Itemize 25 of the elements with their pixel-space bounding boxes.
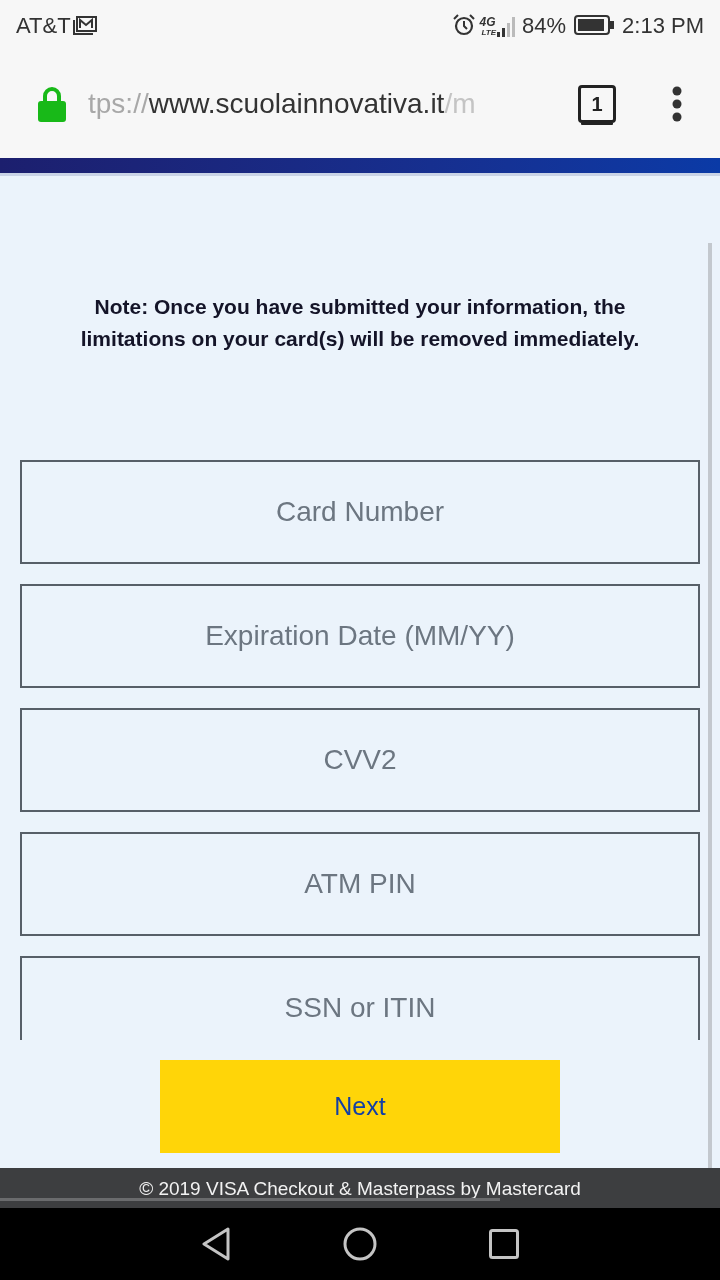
- tab-switcher-button[interactable]: 1: [578, 85, 616, 123]
- battery-icon: [574, 15, 615, 35]
- input-field[interactable]: Expiration Date (MM/YY): [20, 584, 700, 688]
- horizontal-scroll-bar[interactable]: [0, 1198, 500, 1201]
- network-subtype-text: LTE: [481, 28, 496, 37]
- network-type-text: 4G: [479, 16, 496, 28]
- battery-percent-text: 84%: [522, 11, 567, 40]
- clock-text: 2:13 PM: [622, 11, 704, 40]
- alarm-icon: [452, 14, 475, 36]
- input-field[interactable]: Card Number: [20, 460, 700, 564]
- mail-icon: [72, 15, 97, 35]
- lock-icon: [38, 86, 66, 122]
- next-button[interactable]: Next: [160, 1060, 560, 1153]
- home-icon[interactable]: [343, 1227, 377, 1261]
- note-text: Note: Once you have submitted your information, the limitations on your card(s) will be removed immediately.: [79, 294, 641, 352]
- scroll-bar[interactable]: [708, 243, 712, 1168]
- input-field[interactable]: CVV2: [20, 708, 700, 812]
- back-icon[interactable]: [201, 1227, 231, 1261]
- menu-icon[interactable]: [672, 86, 682, 122]
- recents-icon[interactable]: [489, 1229, 519, 1259]
- signal-icon: [496, 15, 518, 37]
- url-field[interactable]: tps://www.scuolainnovativa.it/m: [88, 83, 556, 125]
- carrier-text: AT&T: [16, 11, 71, 40]
- footer-text: © 2019 VISA Checkout & Masterpass by Mastercard: [139, 1178, 581, 1198]
- input-field[interactable]: ATM PIN: [20, 832, 700, 936]
